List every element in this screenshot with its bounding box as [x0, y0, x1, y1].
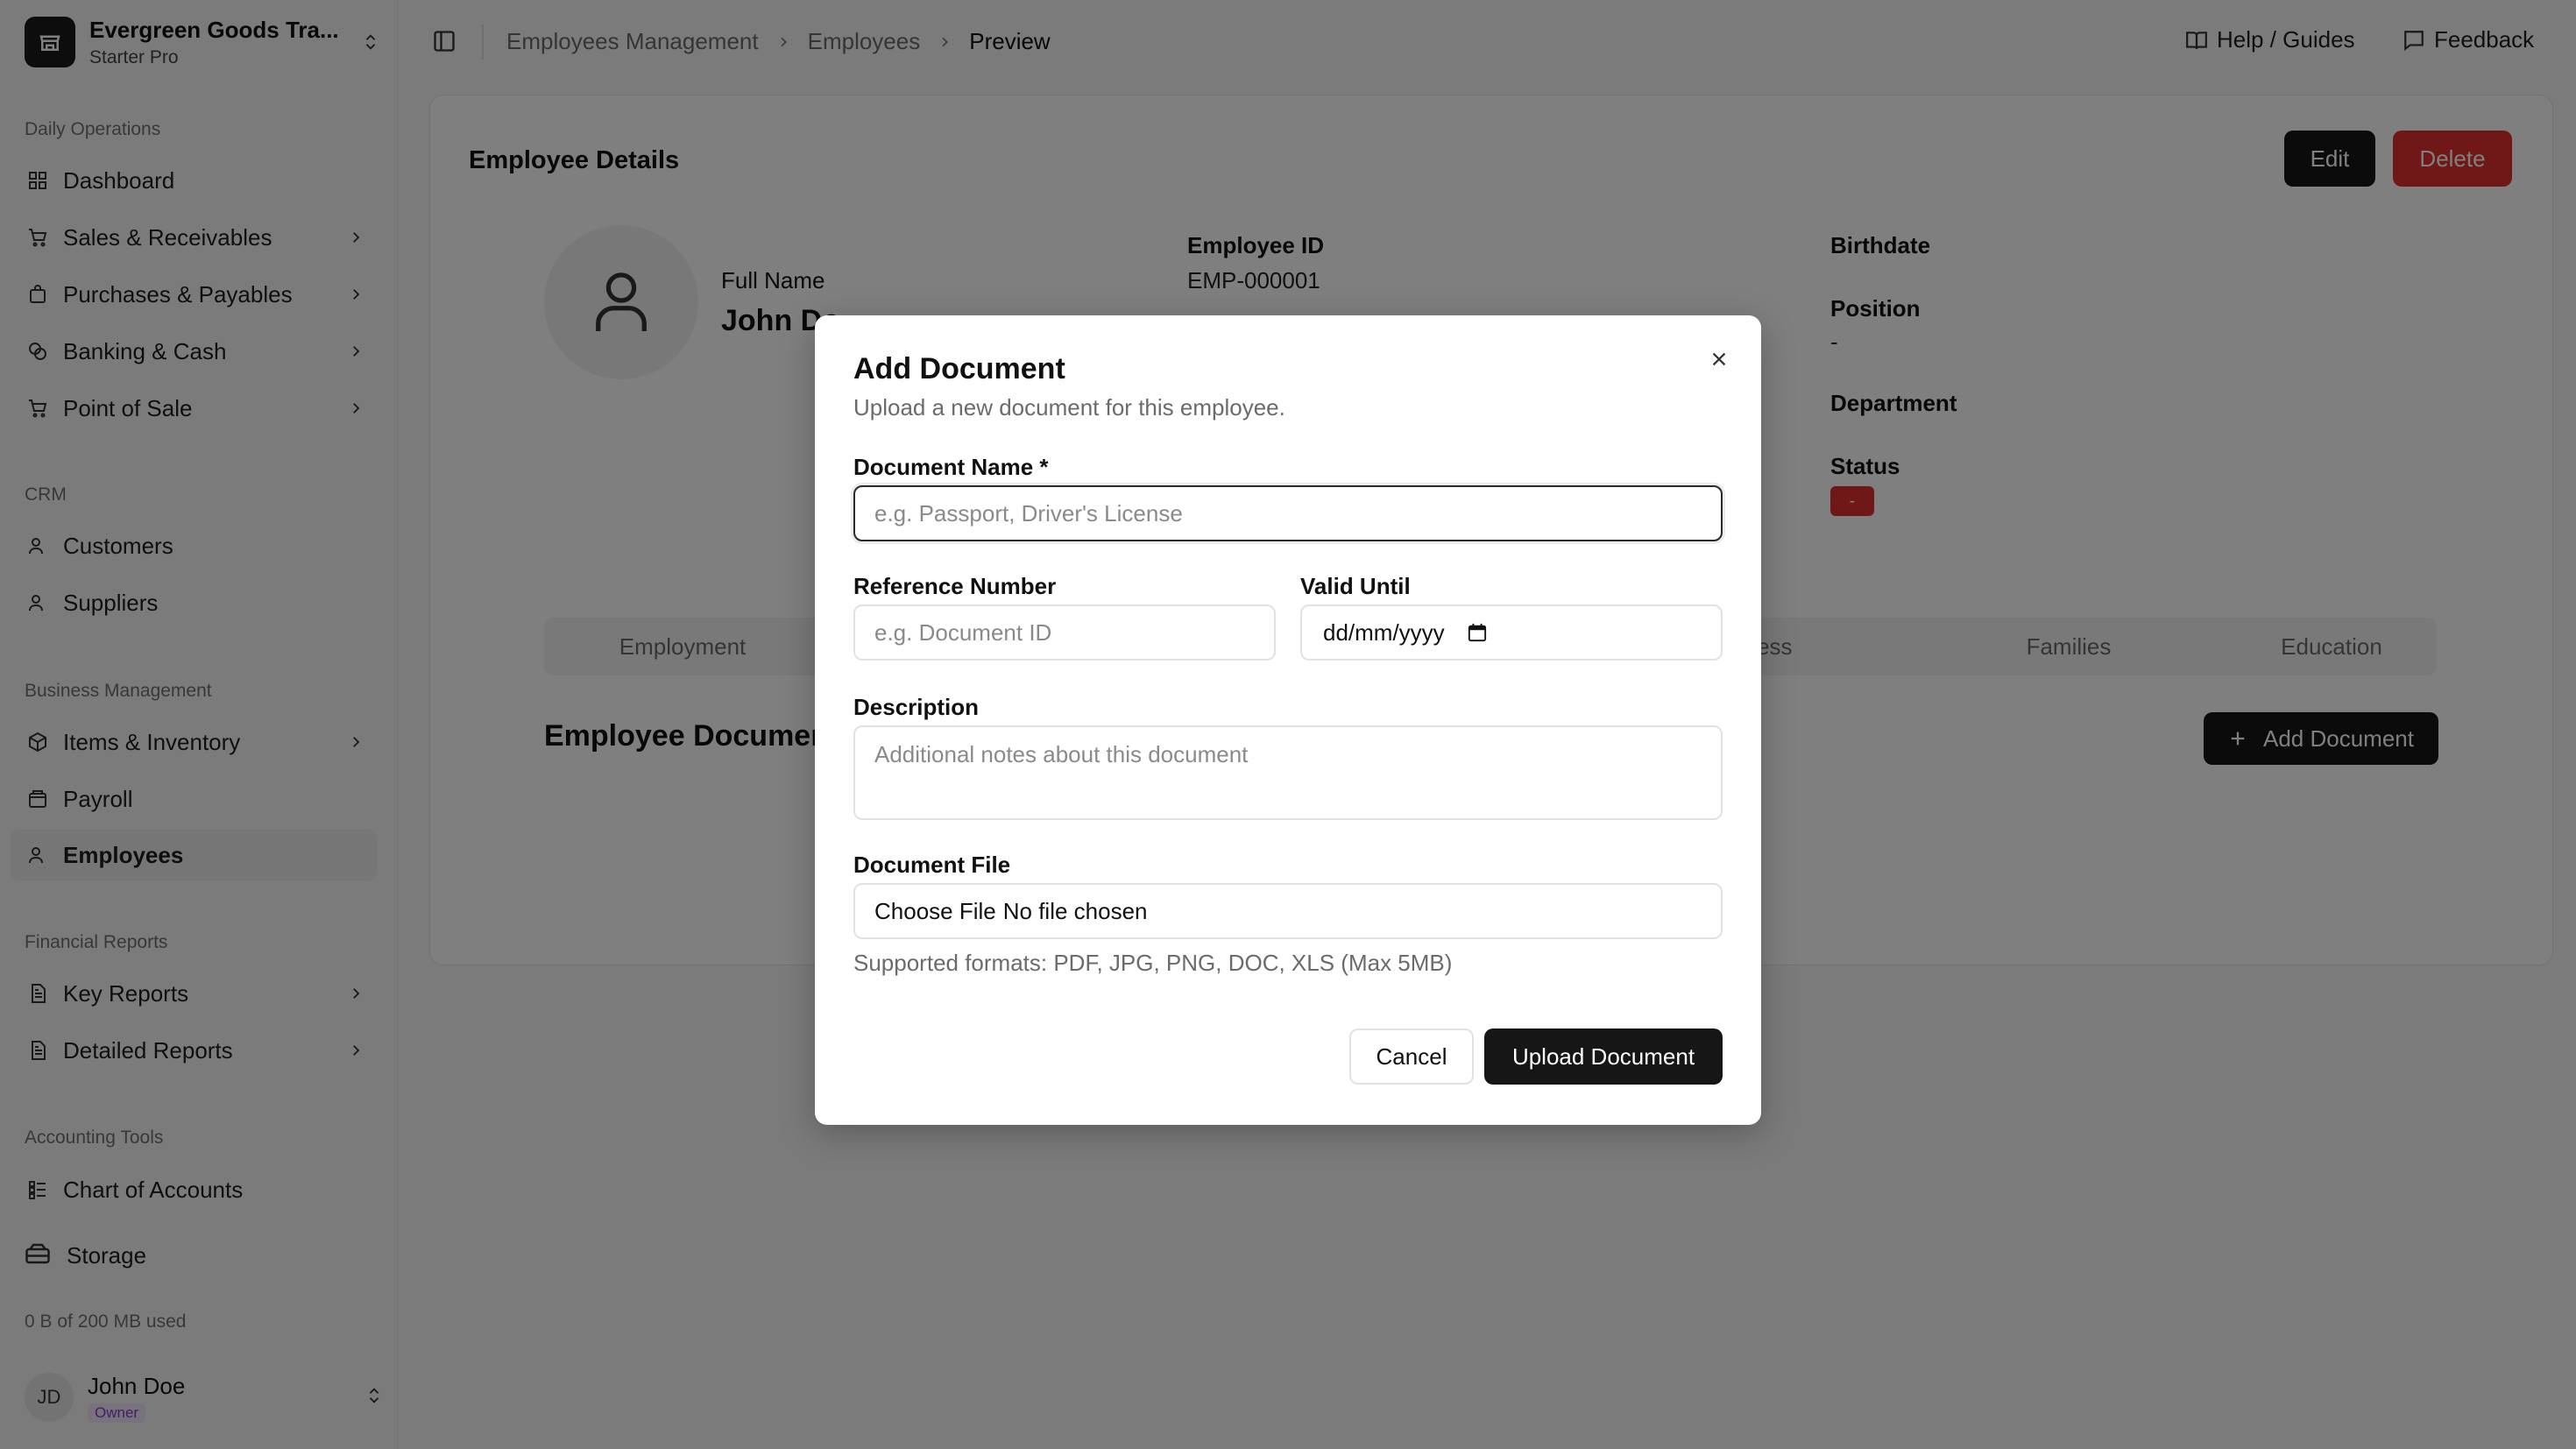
choose-file-button[interactable]: Choose File [874, 898, 996, 925]
close-icon[interactable] [1705, 345, 1733, 373]
file-status: No file chosen [1002, 897, 1148, 924]
reference-number-label: Reference Number [853, 573, 1057, 599]
description-label: Description [853, 694, 980, 720]
document-file-label: Document File [853, 852, 1011, 878]
dialog-description: Upload a new document for this employee. [853, 394, 1285, 421]
dialog-title: Add Document [853, 352, 1065, 385]
valid-until-date-input[interactable]: dd/mm/yyyy [1300, 604, 1723, 661]
document-name-input[interactable] [853, 485, 1723, 541]
calendar-icon[interactable] [1468, 623, 1487, 642]
document-file-input[interactable]: Choose File No file chosen [853, 883, 1723, 939]
upload-document-button[interactable]: Upload Document [1484, 1028, 1723, 1085]
date-value: dd/mm/yyyy [1323, 618, 1445, 646]
valid-until-label: Valid Until [1300, 573, 1411, 599]
document-name-label: Document Name * [853, 454, 1049, 480]
file-formats-hint: Supported formats: PDF, JPG, PNG, DOC, X… [853, 950, 1453, 976]
cancel-button[interactable]: Cancel [1349, 1028, 1474, 1085]
description-textarea[interactable] [853, 725, 1723, 820]
add-document-dialog: Add Document Upload a new document for t… [815, 315, 1761, 1125]
reference-number-input[interactable] [853, 604, 1276, 661]
